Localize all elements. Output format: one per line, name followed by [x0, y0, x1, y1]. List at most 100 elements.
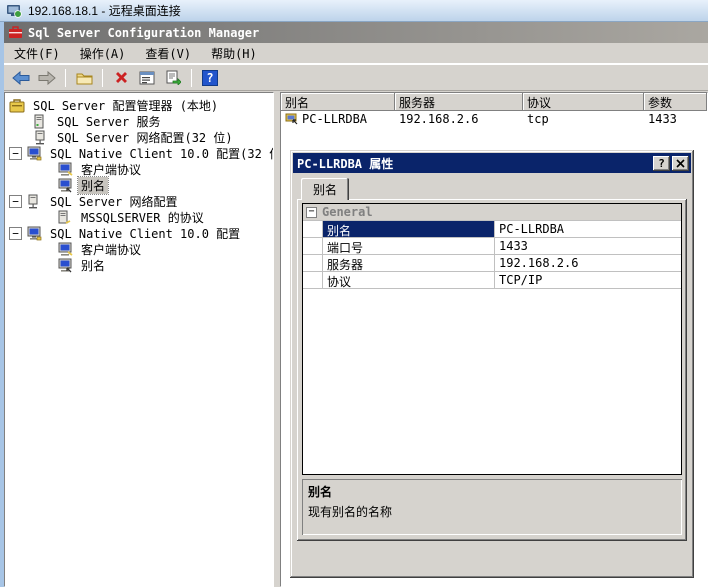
property-row-server[interactable]: 服务器 192.168.2.6	[303, 255, 681, 272]
back-button[interactable]	[10, 67, 32, 89]
network-config-icon	[26, 194, 43, 209]
property-grid[interactable]: − General 别名 PC-LLRDBA 端口号 1433 服务器 192.…	[302, 203, 682, 475]
export-list-icon	[165, 70, 181, 85]
client-protocol-icon	[57, 162, 74, 177]
property-value-port[interactable]: 1433	[495, 238, 681, 254]
tree-item-label[interactable]: 别名	[78, 257, 108, 274]
toolbar: ?	[4, 64, 708, 91]
tree-item-label[interactable]: SQL Server 网络配置	[47, 193, 180, 210]
toolbar-separator	[65, 68, 66, 87]
cell-alias-text: PC-LLRDBA	[302, 112, 368, 126]
app-title-text: Sql Server Configuration Manager	[28, 25, 260, 40]
help-button[interactable]: ?	[199, 67, 221, 89]
tree-item-label[interactable]: 别名	[76, 175, 110, 195]
tree-item-client-protocols[interactable]: 客户端协议	[5, 161, 273, 177]
table-row[interactable]: PC-LLRDBA 192.168.2.6 tcp 1433	[281, 111, 707, 127]
category-label: General	[322, 205, 373, 219]
help-icon: ?	[202, 69, 218, 86]
grid-indent	[303, 221, 323, 237]
property-name-port[interactable]: 端口号	[323, 238, 495, 255]
server-protocol-icon	[57, 210, 74, 225]
config-manager-icon	[9, 98, 26, 113]
toolbar-separator	[191, 68, 192, 87]
cell-alias[interactable]: PC-LLRDBA	[281, 112, 395, 126]
client-protocol-icon	[57, 242, 74, 257]
tree-item-label[interactable]: SQL Server 配置管理器 (本地)	[30, 97, 221, 114]
export-list-button[interactable]	[162, 67, 184, 89]
dialog-tabstrip: 别名	[301, 178, 350, 200]
tree-item-label[interactable]: 客户端协议	[78, 161, 144, 178]
cell-server[interactable]: 192.168.2.6	[395, 112, 523, 126]
menu-file[interactable]: 文件(F)	[4, 43, 70, 64]
collapse-expander[interactable]: −	[9, 194, 22, 208]
client-config-icon	[26, 226, 43, 241]
tree-item-native-client[interactable]: − SQL Native Client 10.0 配置	[5, 225, 273, 241]
tree-item-label[interactable]: SQL Server 网络配置(32 位)	[54, 129, 236, 146]
tree-item-sql-services[interactable]: SQL Server 服务	[5, 113, 273, 129]
tree-item-mssqlserver-protocols[interactable]: MSSQLSERVER 的协议	[5, 209, 273, 225]
tree-item-network-config-32[interactable]: SQL Server 网络配置(32 位)	[5, 129, 273, 145]
red-toolbox-icon	[8, 26, 23, 39]
dialog-help-button[interactable]: ?	[653, 155, 670, 171]
tree-item-label[interactable]: SQL Native Client 10.0 配置	[47, 225, 243, 242]
property-name-server[interactable]: 服务器	[323, 255, 495, 272]
tree-item-label[interactable]: SQL Native Client 10.0 配置(32 位)	[47, 145, 273, 162]
property-name-protocol[interactable]: 协议	[323, 272, 495, 289]
column-header-server[interactable]: 服务器	[395, 93, 523, 111]
column-header-alias[interactable]: 别名	[281, 93, 395, 111]
dialog-close-button[interactable]	[672, 155, 689, 171]
property-row-port[interactable]: 端口号 1433	[303, 238, 681, 255]
rdp-title-text: 192.168.18.1 - 远程桌面连接	[28, 4, 181, 18]
tree-item-network-config[interactable]: − SQL Server 网络配置	[5, 193, 273, 209]
tree-item-native-client-32[interactable]: − SQL Native Client 10.0 配置(32 位)	[5, 145, 273, 161]
collapse-expander[interactable]: −	[9, 226, 22, 240]
dialog-titlebar[interactable]: PC-LLRDBA 属性 ?	[293, 153, 691, 173]
property-description-box: 别名 现有别名的名称	[302, 479, 682, 535]
back-icon	[12, 70, 30, 85]
menu-view[interactable]: 查看(V)	[135, 43, 201, 64]
forward-button[interactable]	[36, 67, 58, 89]
tree-item-label[interactable]: 客户端协议	[78, 241, 144, 258]
alias-icon	[57, 178, 74, 193]
description-title: 别名	[308, 485, 333, 499]
tree-item-client-protocols-2[interactable]: 客户端协议	[5, 241, 273, 257]
list-header-row: 别名 服务器 协议 参数	[281, 93, 707, 111]
description-text: 现有别名的名称	[308, 505, 393, 519]
tree-item-root[interactable]: SQL Server 配置管理器 (本地)	[5, 97, 273, 113]
tree-item-label[interactable]: SQL Server 服务	[54, 113, 163, 130]
tree-item-aliases-2[interactable]: 别名	[5, 257, 273, 273]
cell-protocol[interactable]: tcp	[523, 112, 644, 126]
category-row-general[interactable]: − General	[303, 204, 681, 221]
property-row-alias[interactable]: 别名 PC-LLRDBA	[303, 221, 681, 238]
remote-desktop-icon	[6, 4, 22, 18]
collapse-expander[interactable]: −	[9, 146, 22, 160]
alias-row-icon	[285, 113, 299, 125]
tree-item-label[interactable]: MSSQLSERVER 的协议	[78, 209, 207, 226]
category-collapse-expander[interactable]: −	[306, 206, 317, 218]
network-config-icon	[33, 130, 50, 145]
dialog-tab-page: − General 别名 PC-LLRDBA 端口号 1433 服务器 192.…	[297, 199, 687, 541]
property-row-protocol[interactable]: 协议 TCP/IP	[303, 272, 681, 289]
column-header-param[interactable]: 参数	[644, 93, 707, 111]
property-value-alias[interactable]: PC-LLRDBA	[495, 221, 681, 237]
property-name-alias[interactable]: 别名	[323, 221, 495, 238]
server-icon	[33, 114, 50, 129]
grid-indent	[303, 255, 323, 271]
console-tree-pane[interactable]: SQL Server 配置管理器 (本地) SQL Server 服务 SQL …	[4, 92, 274, 587]
delete-x-icon	[114, 70, 129, 85]
alias-properties-dialog: PC-LLRDBA 属性 ? 别名 − General 别名 PC-LLRDBA	[290, 150, 694, 578]
delete-button[interactable]	[110, 67, 132, 89]
app-titlebar[interactable]: Sql Server Configuration Manager	[4, 22, 708, 43]
dialog-title: PC-LLRDBA 属性	[297, 156, 394, 171]
property-value-server[interactable]: 192.168.2.6	[495, 255, 681, 271]
properties-button[interactable]	[136, 67, 158, 89]
show-console-tree-button[interactable]	[73, 67, 95, 89]
cell-param[interactable]: 1433	[644, 112, 707, 126]
property-value-protocol[interactable]: TCP/IP	[495, 272, 681, 288]
tree-item-aliases-selected[interactable]: 别名	[5, 175, 273, 195]
menu-action[interactable]: 操作(A)	[70, 43, 136, 64]
column-header-protocol[interactable]: 协议	[523, 93, 644, 111]
menu-help[interactable]: 帮助(H)	[201, 43, 267, 64]
rdp-titlebar: 192.168.18.1 - 远程桌面连接	[0, 0, 708, 22]
tab-alias[interactable]: 别名	[301, 178, 350, 200]
